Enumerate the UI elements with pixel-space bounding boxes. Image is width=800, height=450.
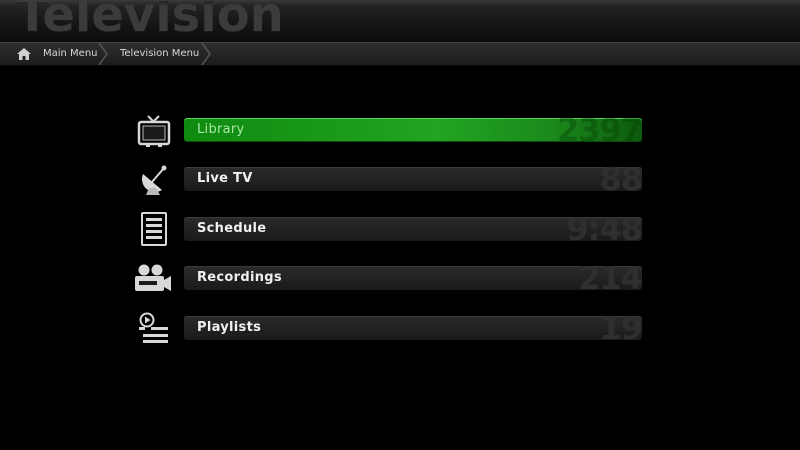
menu-item-count: 214 bbox=[578, 266, 642, 290]
menu-item-library[interactable]: 2397 Library bbox=[184, 118, 642, 142]
menu-item-live-tv[interactable]: 88 Live TV bbox=[184, 167, 642, 191]
menu-item-label: Live TV bbox=[197, 171, 253, 186]
schedule-list-icon bbox=[141, 212, 167, 246]
menu-item-count: 19 bbox=[599, 316, 642, 340]
video-camera-icon bbox=[135, 264, 171, 291]
menu-item-playlists[interactable]: 19 Playlists bbox=[184, 316, 642, 340]
header-bar: Television bbox=[0, 0, 800, 44]
page-title: Television bbox=[16, 0, 284, 43]
menu-item-schedule[interactable]: 9:48 Schedule bbox=[184, 217, 642, 241]
breadcrumb-separator-icon bbox=[98, 43, 108, 65]
tv-icon bbox=[137, 115, 171, 147]
satellite-dish-icon bbox=[141, 165, 167, 195]
menu-item-label: Recordings bbox=[197, 270, 282, 285]
breadcrumb-item-television-menu[interactable]: Television Menu bbox=[120, 43, 199, 65]
menu-item-count: 2397 bbox=[556, 118, 642, 142]
menu-item-time: 9:48 bbox=[566, 217, 642, 241]
breadcrumb: Main Menu Television Menu bbox=[0, 42, 800, 66]
menu-item-recordings[interactable]: 214 Recordings bbox=[184, 266, 642, 290]
breadcrumb-item-main-menu[interactable]: Main Menu bbox=[43, 43, 98, 65]
menu-item-count: 88 bbox=[599, 167, 642, 191]
menu-item-label: Library bbox=[197, 122, 245, 137]
home-icon[interactable] bbox=[14, 45, 34, 63]
playlist-icon bbox=[139, 312, 168, 343]
menu-item-label: Schedule bbox=[197, 221, 267, 236]
menu-item-label: Playlists bbox=[197, 320, 262, 335]
breadcrumb-separator-icon bbox=[201, 43, 211, 65]
